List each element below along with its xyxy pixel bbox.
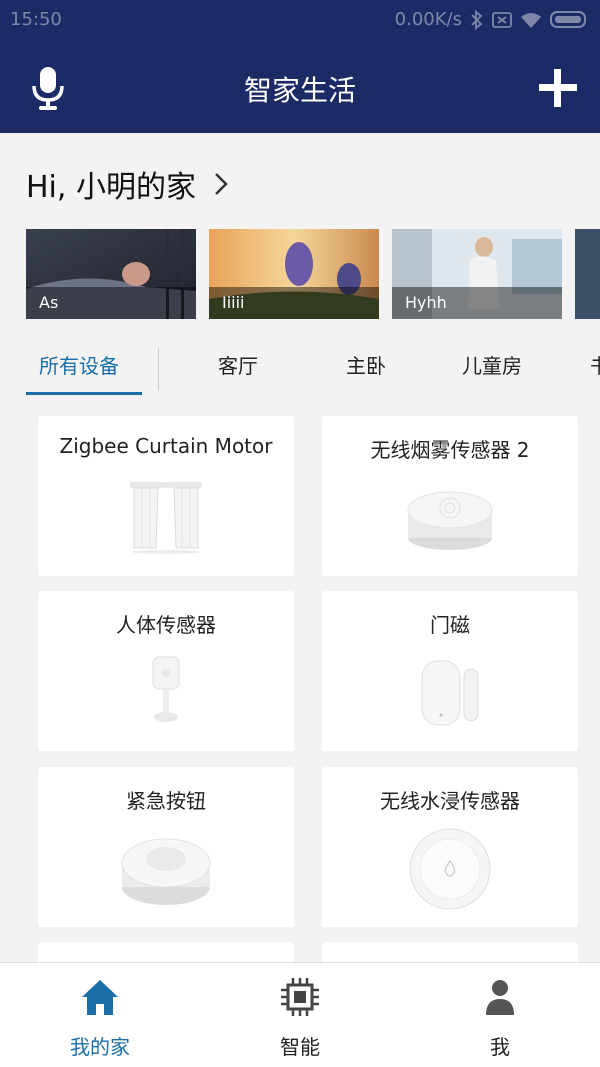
chip-icon [281,978,319,1016]
nav-smart[interactable]: 智能 [200,963,400,1067]
status-bar: 15:50 0.00K/s [0,0,600,40]
scene-image [575,229,600,319]
tab-all-devices[interactable]: 所有设备 [39,350,119,379]
device-card-curtain[interactable]: Zigbee Curtain Motor [38,416,294,576]
device-name: 门磁 [430,613,470,637]
tab-living-room[interactable]: 客厅 [218,350,258,379]
nav-my-home[interactable]: 我的家 [0,963,200,1067]
sim-icon [492,11,512,28]
emergency-button-icon [121,838,211,905]
chevron-right-icon [215,173,228,195]
device-name: 无线烟雾传感器 2 [370,438,530,462]
tab-divider [158,348,159,391]
person-icon [486,980,514,1015]
device-name: 紧急按钮 [126,789,206,813]
tab-master-bedroom[interactable]: 主卧 [346,350,386,379]
curtain-motor-icon [130,482,202,554]
device-name: Zigbee Curtain Motor [59,434,273,458]
motion-sensor-icon [152,656,180,722]
home-icon [82,980,118,1015]
smoke-sensor-icon [407,491,493,550]
home-selector[interactable]: Hi, 小明的家 [26,162,228,206]
nav-label: 我的家 [70,1035,130,1059]
scene-label: Iiiii [209,287,379,319]
device-card-water-sensor[interactable]: 无线水浸传感器 [322,767,578,927]
room-tabs: 所有设备 客厅 主卧 儿童房 书 [0,340,600,398]
device-card-motion-sensor[interactable]: 人体传感器 [38,591,294,751]
nav-me[interactable]: 我 [400,963,600,1067]
scene-card[interactable]: Hyhh [392,229,562,319]
bottom-nav: 我的家 智能 我 [0,962,600,1067]
add-icon[interactable] [536,66,580,110]
status-time: 15:50 [10,9,62,30]
nav-label: 智能 [280,1035,320,1059]
scene-card[interactable]: Iiiii [209,229,379,319]
water-leak-sensor-icon [409,828,491,910]
status-icons: 0.00K/s [395,9,586,30]
app-bar: 智家生活 [0,40,600,133]
scene-list: As Iiiii Hyhh [26,229,600,319]
home-title: Hi, 小明的家 [26,170,196,205]
tab-indicator [26,392,142,395]
nav-label: 我 [490,1035,510,1059]
wifi-icon [521,12,541,28]
battery-icon [550,11,586,28]
device-card-emergency-button[interactable]: 紧急按钮 [38,767,294,927]
scene-label: Hyhh [392,287,562,319]
tab-study[interactable]: 书 [590,350,600,379]
door-sensor-icon [421,660,479,726]
device-name: 无线水浸传感器 [380,789,520,813]
bluetooth-icon [471,9,483,30]
scene-card[interactable] [575,229,600,319]
app-title: 智家生活 [243,74,356,107]
device-card-smoke-sensor[interactable]: 无线烟雾传感器 2 [322,416,578,576]
device-card-door-sensor[interactable]: 门磁 [322,591,578,751]
device-name: 人体传感器 [116,613,216,637]
tab-kids-room[interactable]: 儿童房 [462,350,522,379]
scene-card[interactable]: As [26,229,196,319]
network-speed: 0.00K/s [394,9,462,30]
scene-label: As [26,287,196,319]
